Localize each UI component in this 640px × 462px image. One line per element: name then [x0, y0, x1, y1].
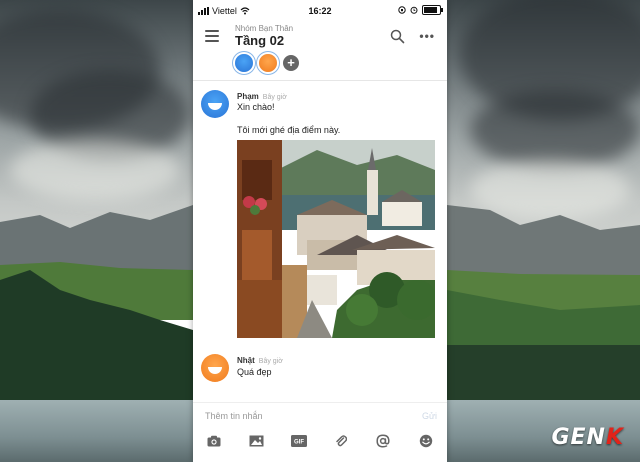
emoji-icon[interactable]	[416, 431, 436, 451]
image-icon[interactable]	[246, 431, 266, 451]
svg-text:GIF: GIF	[294, 440, 304, 446]
gif-icon[interactable]: GIF	[289, 431, 309, 451]
message-text: Quá đẹp	[237, 367, 272, 377]
status-icons	[398, 5, 443, 15]
message-time: Bây giờ	[262, 94, 287, 101]
message: Phạm Bây giờ Xin chào! Tôi mới ghé địa đi…	[193, 88, 447, 348]
battery-icon	[422, 5, 443, 15]
message-input[interactable]: Thêm tin nhắn	[205, 411, 263, 421]
composer-toolbar: GIF	[193, 431, 447, 451]
add-member-button[interactable]: +	[283, 55, 299, 71]
sender-name: Phạm Bây giờ	[237, 92, 287, 101]
sender-name: Nhật Bây giờ	[237, 356, 283, 365]
message-feed: Phạm Bây giờ Xin chào! Tôi mới ghé địa đi…	[193, 88, 447, 400]
mention-icon[interactable]	[373, 431, 393, 451]
camera-icon[interactable]	[204, 431, 224, 451]
page-title: Tầng 02	[235, 33, 285, 48]
group-name: Nhóm Bạn Thân	[235, 24, 294, 33]
more-icon[interactable]: •••	[419, 29, 435, 43]
menu-icon[interactable]	[205, 30, 219, 45]
alarm-icon	[410, 6, 418, 14]
town-photo-image	[237, 140, 435, 338]
message: Nhật Bây giờ Quá đẹp	[193, 352, 447, 392]
shared-photo[interactable]	[237, 140, 435, 338]
message-time: Bây giờ	[258, 358, 283, 365]
avatar[interactable]	[201, 354, 229, 382]
status-bar: Viettel 16:22	[193, 0, 447, 22]
attachment-icon[interactable]	[331, 431, 351, 451]
watermark-logo: GENK	[551, 425, 624, 450]
avatar[interactable]	[201, 90, 229, 118]
chat-header: Nhóm Bạn Thân Tầng 02 ••• +	[193, 22, 447, 81]
orientation-lock-icon	[398, 6, 406, 14]
message-composer: Thêm tin nhắn Gửi GIF	[193, 402, 447, 462]
member-avatar[interactable]	[235, 54, 253, 72]
member-list: +	[235, 54, 299, 72]
send-button[interactable]: Gửi	[422, 411, 437, 421]
message-text: Tôi mới ghé địa điểm này.	[237, 125, 341, 135]
member-avatar[interactable]	[259, 54, 277, 72]
search-icon[interactable]	[390, 29, 405, 44]
phone-screen: Viettel 16:22 Nhóm Bạn Thân Tầng 02 •••	[193, 0, 447, 462]
message-text: Xin chào!	[237, 102, 275, 112]
